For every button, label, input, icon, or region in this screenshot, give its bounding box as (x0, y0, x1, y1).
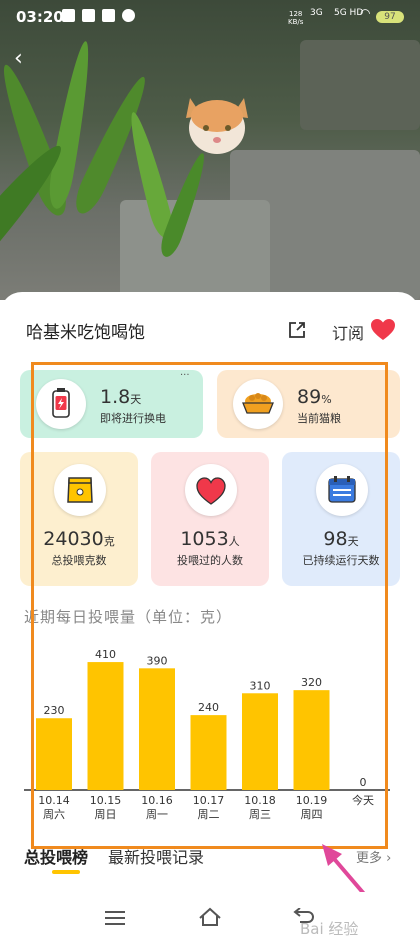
tab-indicator (52, 870, 80, 874)
subscribe-button[interactable]: 订阅 (332, 320, 364, 344)
food-unit: % (321, 393, 332, 406)
bar-value-label: 310 (250, 679, 271, 692)
bar-value-label: 320 (301, 676, 322, 689)
x-tick-label: 10.16 (141, 794, 173, 807)
weekday-label: 周二 (198, 808, 220, 821)
days-caption: 已持续运行天数 (302, 554, 380, 567)
clock: 03:20 (16, 8, 64, 26)
people-caption: 投喂过的人数 (177, 554, 243, 567)
message-icon (122, 9, 135, 22)
battery-days-unit: 天 (130, 393, 142, 406)
app-notification-icon (62, 9, 75, 22)
days-value: 98 (323, 528, 348, 550)
days-card: 98天 已持续运行天数 (282, 452, 400, 586)
x-tick-label: 今天 (352, 793, 374, 807)
people-icon-badge (185, 464, 237, 516)
total-feed-value: 24030 (43, 528, 104, 550)
heart-icon[interactable] (370, 318, 396, 342)
signal-5g: 5G HD (334, 8, 364, 18)
status-bar: 03:20 128 KB/s 3G 5G HD ◠ 97 (0, 0, 420, 36)
battery-icon: 97 (376, 11, 404, 23)
bar-value-label: 240 (198, 701, 219, 714)
bar (87, 662, 124, 790)
wifi-icon: ◠ (360, 6, 371, 20)
weekday-label: 周六 (43, 808, 65, 821)
bar (36, 718, 72, 790)
food-caption: 当前猫粮 (297, 412, 341, 425)
total-feed-unit: 克 (103, 535, 115, 548)
people-unit: 人 (228, 535, 240, 548)
x-tick-label: 10.15 (90, 794, 122, 807)
x-tick-label: 10.14 (38, 794, 70, 807)
share-icon[interactable] (287, 320, 307, 340)
chart-title: 近期每日投喂量（单位：克） (24, 608, 233, 626)
x-tick-label: 10.17 (193, 794, 225, 807)
weekday-label: 周三 (249, 808, 271, 821)
total-feed-caption: 总投喂克数 (51, 554, 107, 567)
heart-badge-icon (196, 477, 226, 505)
weekday-label: 周四 (301, 808, 323, 821)
cat-photo: ‹ (0, 0, 420, 300)
app-notification-icon (102, 9, 115, 22)
battery-card: 1.8天 即将进行换电 ··· (20, 370, 203, 438)
bar-value-label: 0 (360, 776, 367, 789)
back-icon[interactable]: ‹ (14, 46, 23, 71)
food-card: 89% 当前猫粮 (217, 370, 400, 438)
cat-image (186, 98, 248, 154)
more-options-icon[interactable]: ··· (180, 370, 190, 381)
bar-value-label: 390 (147, 654, 168, 667)
feed-icon-badge (54, 464, 106, 516)
total-feed-card: 24030克 总投喂克数 (20, 452, 138, 586)
x-tick-label: 10.18 (244, 794, 276, 807)
food-value: 89 (297, 386, 322, 408)
watermark: Bai 经验 (300, 920, 359, 938)
tab-total-ranking[interactable]: 总投喂榜 (24, 844, 88, 868)
bar (242, 693, 278, 790)
battery-caption: 即将进行换电 (100, 412, 166, 425)
feed-bar-chart: 230 10.14周六 410 10.15周日 390 10.16周一 240 10.17周二… (24, 648, 390, 821)
days-icon-badge (316, 464, 368, 516)
battery-icon-badge (36, 379, 86, 429)
signal-3g: 3G (310, 8, 323, 18)
food-bowl-icon (242, 393, 274, 414)
people-value: 1053 (180, 528, 229, 550)
net-speed: 128 KB/s (288, 10, 304, 26)
weekday-label: 周一 (146, 808, 168, 821)
bar (139, 668, 175, 790)
calendar-icon (328, 476, 356, 503)
menu-icon[interactable] (105, 910, 125, 926)
bar (293, 690, 330, 790)
app-notification-icon (82, 9, 95, 22)
notification-icons (62, 9, 135, 22)
people-card: 1053人 投喂过的人数 (151, 452, 269, 586)
device-title: 哈基米吃饱喝饱 (26, 323, 145, 343)
weekday-label: 周日 (95, 808, 117, 821)
days-unit: 天 (347, 535, 359, 548)
battery-days-value: 1.8 (100, 386, 131, 408)
bar-value-label: 230 (44, 704, 65, 717)
bar-value-label: 410 (95, 648, 116, 661)
battery-charge-icon (52, 388, 70, 418)
food-bag-icon (67, 477, 93, 503)
home-icon[interactable] (198, 906, 222, 928)
x-tick-label: 10.19 (296, 794, 328, 807)
food-icon-badge (233, 379, 283, 429)
tab-latest-records[interactable]: 最新投喂记录 (108, 844, 204, 868)
bar (190, 715, 227, 790)
